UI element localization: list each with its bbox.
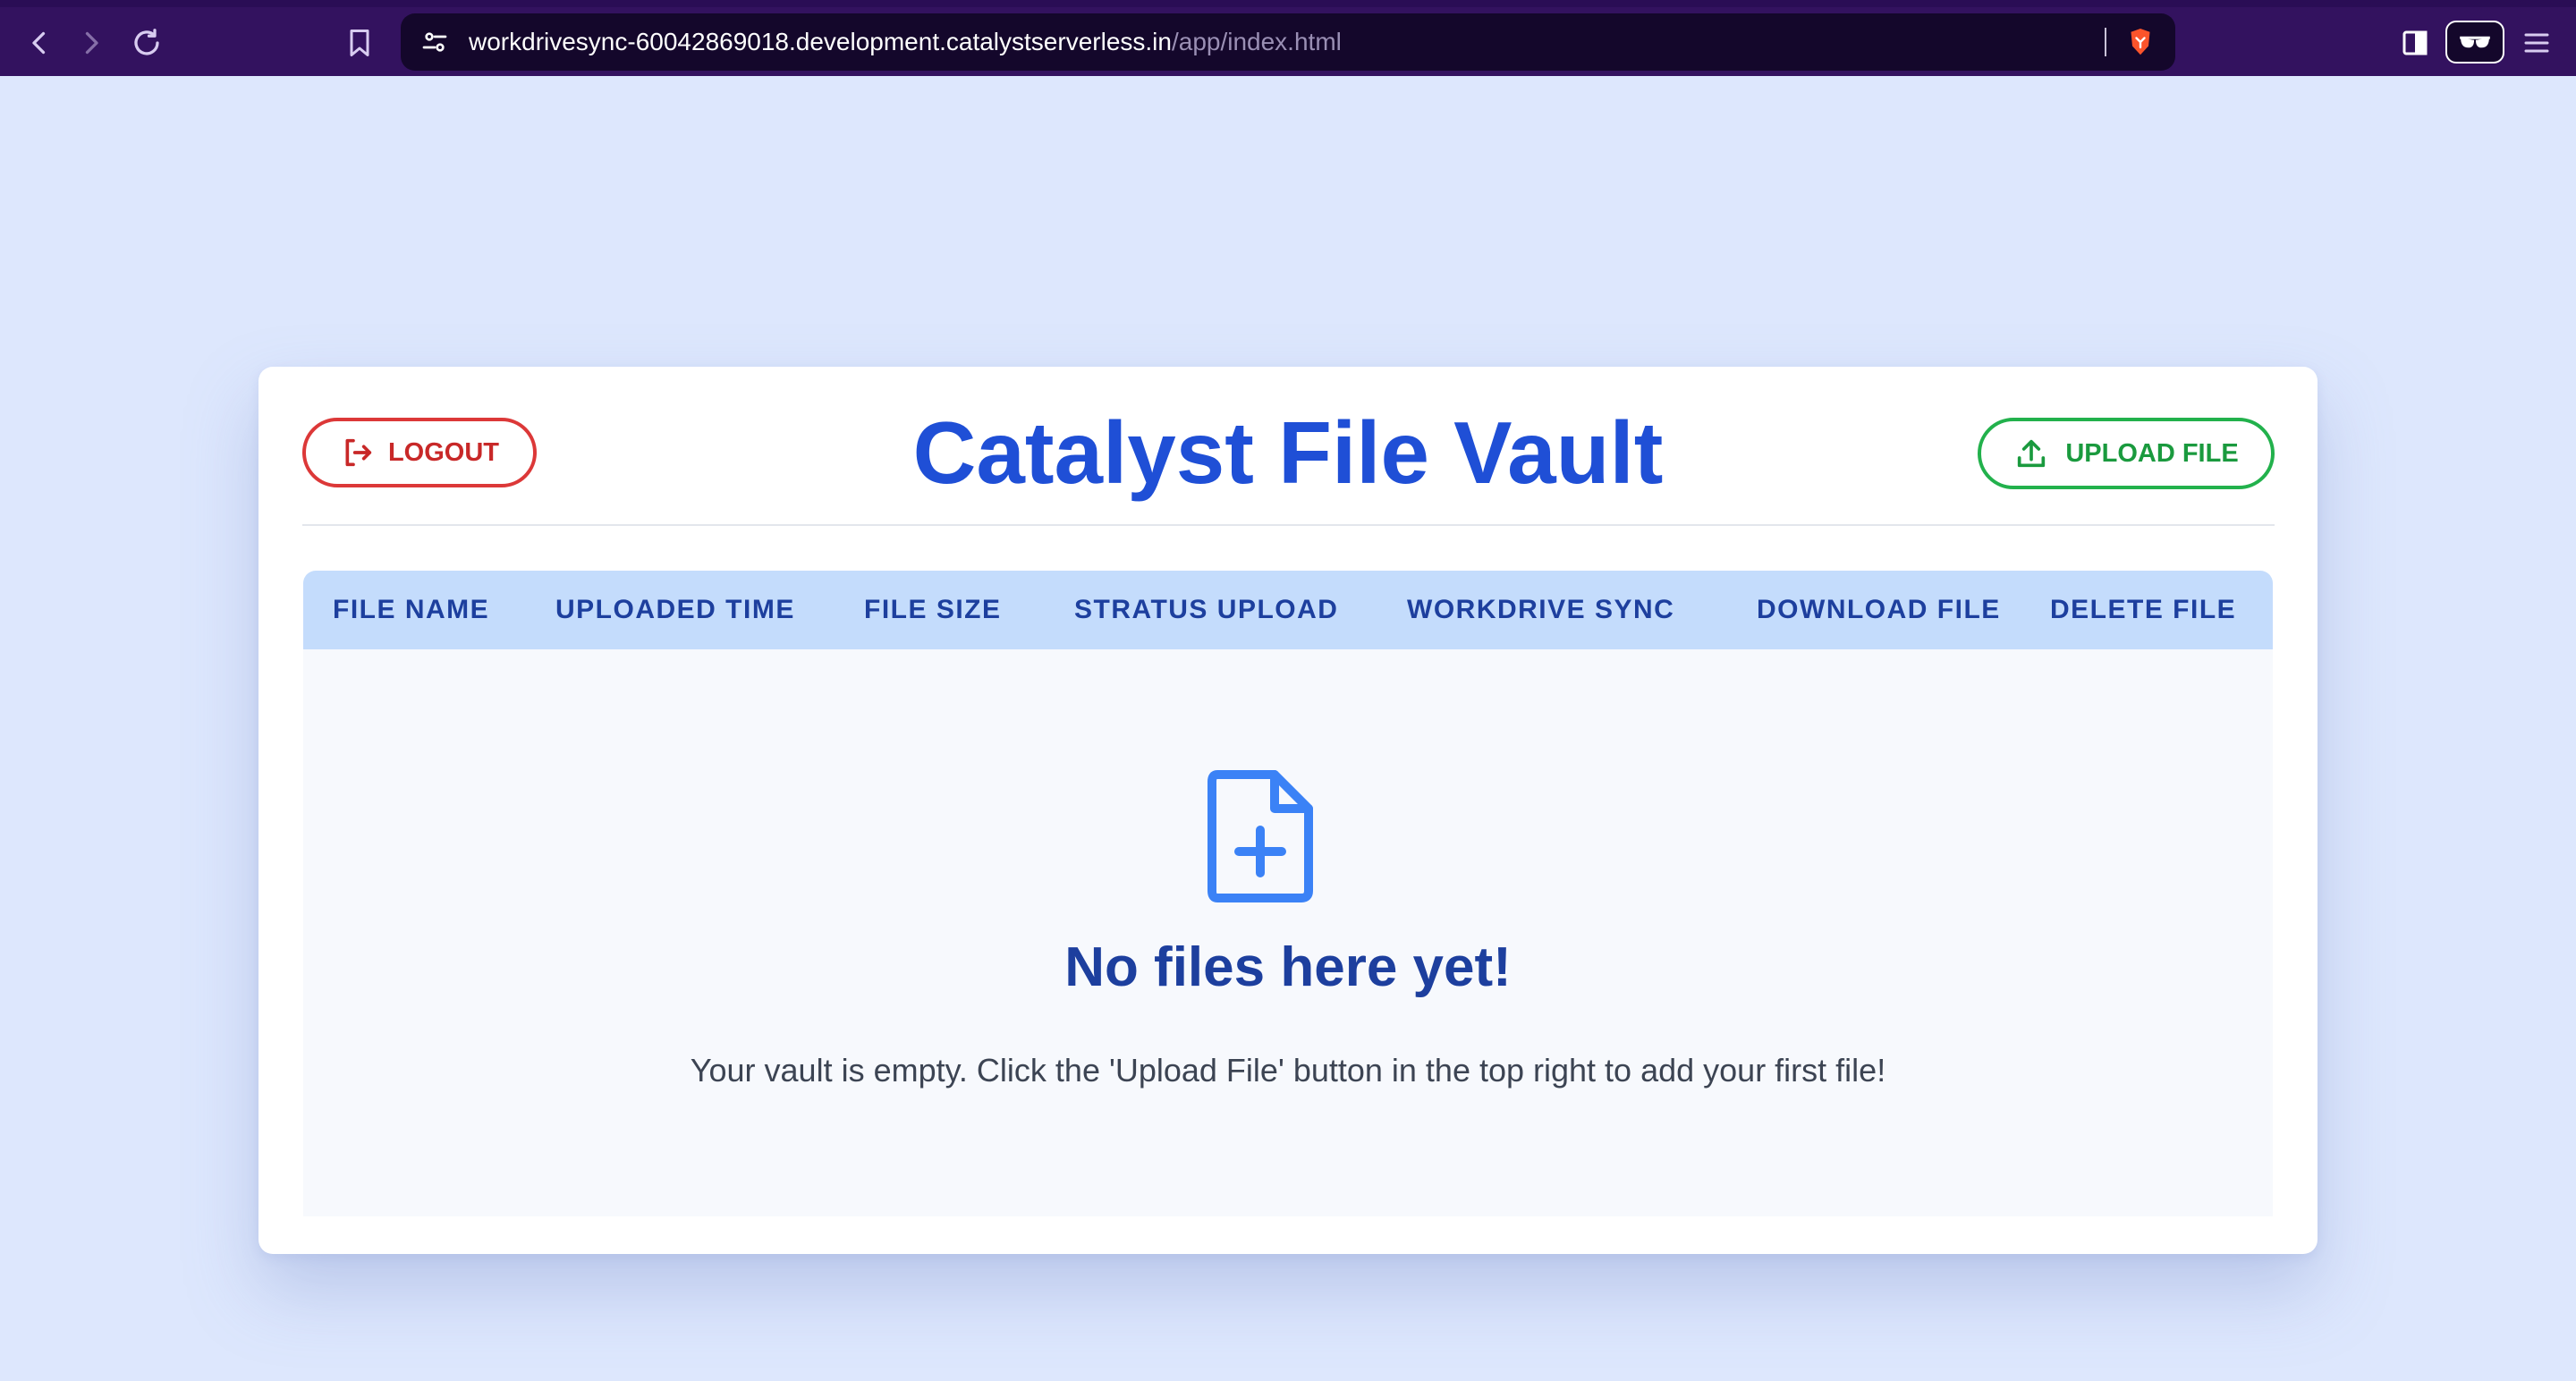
upload-icon (2018, 439, 2046, 468)
site-settings-icon[interactable] (413, 21, 456, 64)
column-delete-file: DELETE FILE (2050, 595, 2237, 624)
column-workdrive-sync: WORKDRIVE SYNC (1407, 595, 1675, 624)
brave-shield-icon[interactable] (2119, 21, 2162, 64)
browser-toolbar: workdrivesync-60042869018.development.ca… (0, 0, 2576, 76)
upload-label: UPLOAD FILE (2065, 438, 2239, 468)
header-divider (302, 524, 2275, 526)
sidebar-icon[interactable] (2394, 21, 2436, 64)
file-plus-icon (1208, 770, 1313, 902)
bookmark-icon[interactable] (338, 21, 381, 64)
column-uploaded-time: UPLOADED TIME (555, 595, 795, 624)
menu-icon[interactable] (2515, 21, 2558, 64)
table-body: No files here yet! Your vault is empty. … (303, 649, 2273, 1216)
address-bar[interactable]: workdrivesync-60042869018.development.ca… (401, 13, 2175, 71)
forward-icon[interactable] (70, 21, 113, 64)
column-stratus-upload: STRATUS UPLOAD (1074, 595, 1339, 624)
url-host: workdrivesync-60042869018.development.ca… (469, 28, 1172, 55)
column-file-name: FILE NAME (333, 595, 490, 624)
column-download-file: DOWNLOAD FILE (1757, 595, 2001, 624)
reader-mode-icon[interactable] (2445, 21, 2504, 64)
column-file-size: FILE SIZE (864, 595, 1002, 624)
empty-state-message: Your vault is empty. Click the 'Upload F… (690, 1052, 1886, 1089)
upload-file-button[interactable]: UPLOAD FILE (1978, 418, 2275, 489)
url-separator (2105, 28, 2106, 56)
url-text[interactable]: workdrivesync-60042869018.development.ca… (469, 13, 1342, 71)
reload-icon[interactable] (125, 21, 168, 64)
back-icon[interactable] (18, 21, 61, 64)
file-vault-card: LOGOUT Catalyst File Vault UPLOAD FILE F… (258, 367, 2318, 1254)
empty-state-title: No files here yet! (1064, 936, 1512, 998)
url-path: /app/index.html (1171, 28, 1342, 55)
table-header: FILE NAME UPLOADED TIME FILE SIZE STRATU… (303, 571, 2273, 649)
